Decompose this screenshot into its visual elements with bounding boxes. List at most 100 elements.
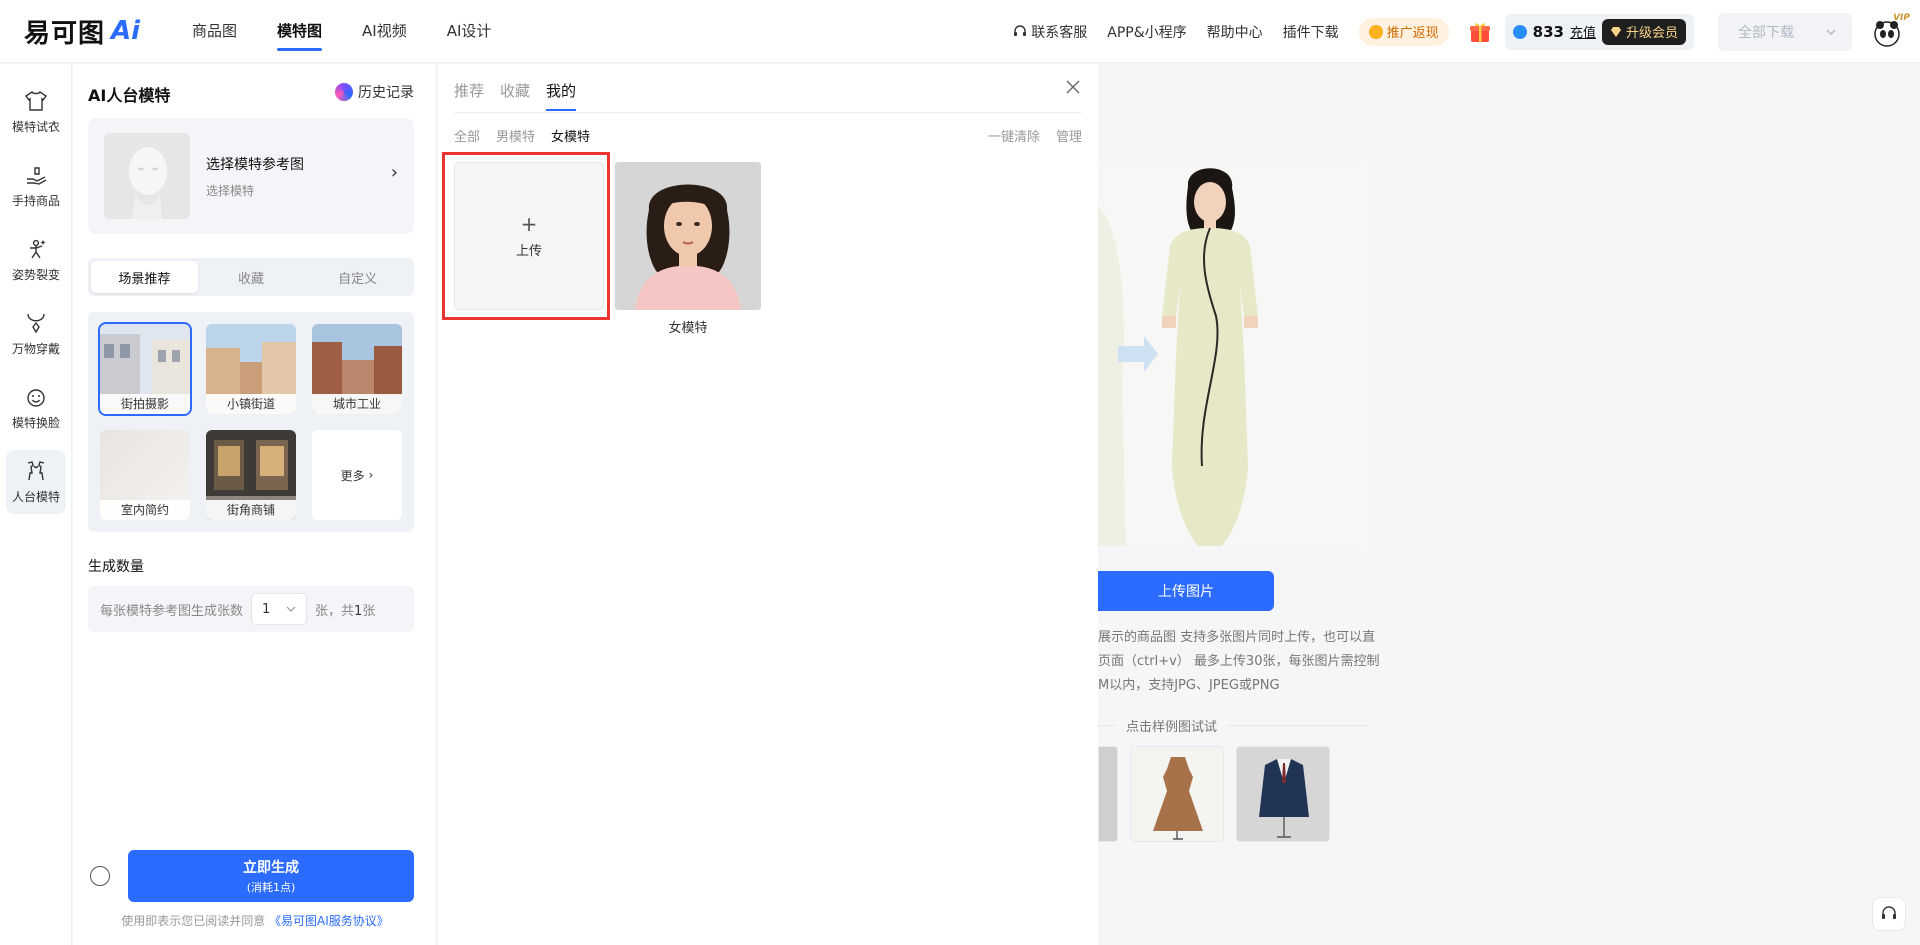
points-icon	[1512, 24, 1527, 39]
logo-text: 易可图	[24, 18, 106, 49]
nav-product-image[interactable]: 商品图	[172, 0, 257, 63]
drawer-divider	[454, 112, 1082, 113]
filter-all[interactable]: 全部	[454, 126, 480, 145]
logo-ai: Ai	[111, 16, 141, 46]
tab-scene-custom[interactable]: 自定义	[304, 261, 411, 293]
model-library-drawer: 推荐 收藏 我的 全部 男模特 女模特 一键清除 管理 + 上传 女模特	[438, 64, 1098, 945]
top-bar: 易可图 Ai 商品图 模特图 AI视频 AI设计 联系客服 APP&小程序 帮助…	[0, 0, 1920, 63]
gift-icon[interactable]	[1467, 19, 1493, 45]
tool-face-swap[interactable]: 模特换脸	[6, 376, 66, 440]
vip-badge: VIP	[1893, 12, 1910, 23]
filter-female[interactable]: 女模特	[551, 126, 590, 145]
clear-all-button[interactable]: 一键清除	[988, 126, 1040, 145]
diamond-icon	[1610, 26, 1621, 37]
chevron-right-icon: ›	[364, 468, 374, 482]
drawer-tabs: 推荐 收藏 我的	[454, 80, 577, 111]
upload-image-button[interactable]: 上传图片	[1098, 571, 1274, 611]
sample-brown-dress[interactable]	[1130, 746, 1224, 842]
history-icon	[335, 83, 353, 101]
scene-indoor-minimal[interactable]: 室内简约	[100, 430, 190, 520]
agreement-text: 使用即表示您已阅读并同意 《易可图AI服务协议》	[121, 914, 389, 928]
sample-navy-suit[interactable]	[1236, 746, 1330, 842]
link-icon[interactable]	[90, 866, 110, 886]
nav-model-image[interactable]: 模特图	[257, 0, 342, 63]
upload-description: 展示的商品图 支持多张图片同时上传，也可以直 页面（ctrl+v） 最多上传30…	[1098, 630, 1380, 693]
gender-filters: 全部 男模特 女模特	[454, 126, 590, 145]
shirt-icon	[24, 90, 48, 112]
nav-ai-design[interactable]: AI设计	[427, 0, 512, 63]
nav-ai-video[interactable]: AI视频	[342, 0, 427, 63]
mannequin-icon	[24, 460, 48, 482]
quantity-title: 生成数量	[88, 559, 144, 575]
sample-grey-dress[interactable]	[1098, 746, 1118, 842]
quantity-select[interactable]: 1	[251, 593, 308, 625]
tool-pose-variation[interactable]: 姿势裂变	[6, 228, 66, 292]
headset-icon	[1882, 906, 1896, 919]
model-reference-card[interactable]: 选择模特参考图 选择模特 ›	[88, 118, 414, 234]
try-sample-divider: 点击样例图试试	[1098, 716, 1368, 735]
quantity-box: 每张模特参考图生成张数 1 张，共1张	[88, 586, 414, 632]
tool-wear-anything[interactable]: 万物穿戴	[6, 302, 66, 366]
model-label: 女模特	[668, 321, 708, 336]
plus-icon: +	[520, 211, 538, 236]
model-thumbnail[interactable]	[615, 162, 761, 310]
scene-more-button[interactable]: 更多 ›	[312, 430, 402, 520]
history-button[interactable]: 历史记录	[335, 82, 414, 102]
scene-tabs: 场景推荐 收藏 自定义	[88, 258, 414, 296]
tab-recommend[interactable]: 推荐	[454, 80, 484, 111]
scene-street-photo[interactable]: 街拍摄影	[98, 322, 192, 416]
headset-icon	[1014, 24, 1027, 36]
promo-button[interactable]: 推广返现	[1358, 17, 1449, 46]
tool-handheld[interactable]: 手持商品	[6, 154, 66, 218]
ref-title: 选择模特参考图	[206, 157, 304, 173]
upload-tile[interactable]: + 上传	[454, 162, 604, 310]
workspace-area: 上传图片 展示的商品图 支持多张图片同时上传，也可以直 页面（ctrl+v） 最…	[1098, 64, 1920, 945]
customer-service-button[interactable]	[1872, 897, 1906, 931]
tool-mannequin-model[interactable]: 人台模特	[6, 450, 66, 514]
quantity-prefix: 每张模特参考图生成张数	[100, 603, 244, 619]
scene-urban-industrial[interactable]: 城市工业	[312, 324, 402, 414]
scene-grid: 街拍摄影 小镇街道 城市工业 室内简约 街角商铺 更多 ›	[88, 312, 414, 532]
ref-subtitle: 选择模特	[206, 184, 255, 198]
generate-button[interactable]: 立即生成 (消耗1点)	[128, 850, 414, 902]
tool-model-tryon[interactable]: 模特试衣	[6, 80, 66, 144]
left-tool-nav: 模特试衣 手持商品 姿势裂变 万物穿戴 模特换脸 人台模特	[0, 64, 72, 945]
tab-mine[interactable]: 我的	[546, 80, 577, 111]
chevron-down-icon	[286, 606, 296, 612]
logo[interactable]: 易可图 Ai	[24, 16, 141, 49]
filter-male[interactable]: 男模特	[496, 126, 535, 145]
tab-favorites[interactable]: 收藏	[500, 80, 530, 111]
recharge-link[interactable]: 充值	[1570, 22, 1596, 41]
scene-town-street[interactable]: 小镇街道	[206, 324, 296, 414]
face-icon	[24, 386, 48, 408]
settings-panel: AI人台模特 历史记录 选择模特参考图 选择模特 › 场景推荐 收藏 自定义 街…	[73, 64, 437, 945]
pose-icon	[24, 238, 48, 260]
points-value: 833	[1532, 22, 1564, 41]
example-preview-image	[1098, 166, 1368, 546]
panel-title: AI人台模特	[88, 86, 171, 105]
chevron-right-icon: ›	[390, 162, 398, 183]
top-right-actions: 联系客服 APP&小程序 帮助中心 插件下载 推广返现 833 充值 升级会员 …	[993, 0, 1920, 63]
agreement-link[interactable]: 《易可图AI服务协议》	[269, 914, 389, 928]
app-link[interactable]: APP&小程序	[1107, 22, 1186, 42]
tab-scene-favorites[interactable]: 收藏	[198, 261, 305, 293]
tab-scene-recommend[interactable]: 场景推荐	[91, 261, 198, 293]
necklace-icon	[24, 312, 48, 334]
points-box: 833 充值 升级会员	[1504, 13, 1694, 50]
hand-icon	[24, 164, 48, 186]
scene-corner-shop[interactable]: 街角商铺	[206, 430, 296, 520]
user-avatar[interactable]: VIP	[1872, 13, 1910, 49]
upgrade-button[interactable]: 升级会员	[1601, 18, 1686, 45]
coin-icon	[1368, 24, 1383, 39]
plugin-link[interactable]: 插件下载	[1283, 22, 1339, 42]
support-link[interactable]: 联系客服	[1013, 22, 1087, 42]
close-icon[interactable]	[1064, 78, 1082, 96]
main-nav: 商品图 模特图 AI视频 AI设计	[172, 0, 511, 63]
sample-images	[1098, 746, 1330, 842]
download-all-select[interactable]: 全部下载	[1718, 12, 1852, 51]
quantity-total: 张，共1张	[315, 603, 376, 619]
mannequin-head-thumb	[104, 133, 190, 219]
help-link[interactable]: 帮助中心	[1207, 22, 1263, 42]
drawer-actions: 一键清除 管理	[988, 126, 1082, 145]
manage-button[interactable]: 管理	[1056, 126, 1082, 145]
